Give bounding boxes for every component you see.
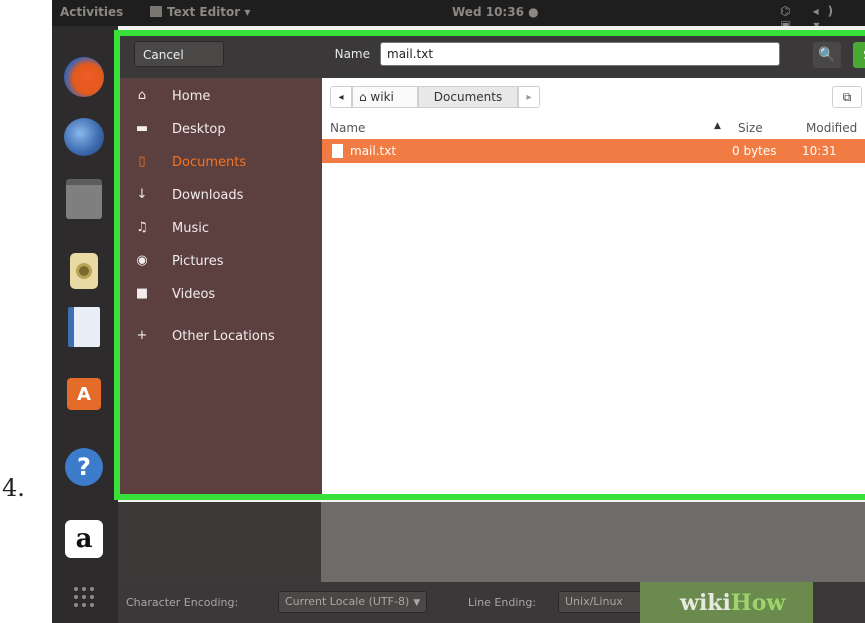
line-ending-label: Line Ending: <box>468 596 537 609</box>
help-icon[interactable]: ? <box>61 444 107 490</box>
step-number: 4. <box>2 474 25 502</box>
top-bar: Activities Text Editor ▾ Wed 10:36 ● ⌬ ◂… <box>52 0 865 32</box>
chevron-down-icon: ▼ <box>413 598 421 608</box>
logo-how: How <box>730 590 786 616</box>
show-applications-icon[interactable] <box>61 574 107 620</box>
wikihow-logo: wikiHow <box>680 590 785 616</box>
app-menu-label: Text Editor ▾ <box>167 5 251 19</box>
rhythmbox-icon[interactable] <box>61 248 107 294</box>
text-editor-icon <box>150 6 162 17</box>
editor-side-panel <box>118 502 321 582</box>
files-icon[interactable] <box>61 176 107 222</box>
firefox-icon[interactable] <box>61 54 107 100</box>
app-menu[interactable]: Text Editor ▾ <box>150 5 250 19</box>
encoding-value: Current Locale (UTF-8) <box>285 595 410 608</box>
amazon-icon[interactable]: a <box>61 516 107 562</box>
clock[interactable]: Wed 10:36 ● <box>452 5 539 19</box>
editor-text-area <box>321 502 865 582</box>
thunderbird-icon[interactable] <box>61 114 107 160</box>
line-ending-value: Unix/Linux <box>565 595 623 608</box>
software-center-icon[interactable]: A <box>61 371 107 417</box>
dock: A ? a <box>52 26 118 623</box>
highlight-frame <box>114 30 865 500</box>
activities-button[interactable]: Activities <box>60 5 123 19</box>
logo-wiki: wiki <box>680 590 731 616</box>
encoding-label: Character Encoding: <box>126 596 239 609</box>
encoding-dropdown[interactable]: Current Locale (UTF-8) ▼ <box>278 591 428 613</box>
libreoffice-writer-icon[interactable] <box>61 304 107 350</box>
